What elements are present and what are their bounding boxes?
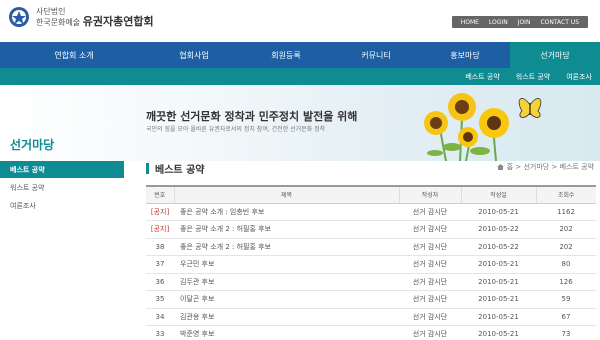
row-hits: 202 — [536, 238, 596, 256]
row-number: 37 — [146, 255, 174, 274]
emblem-icon — [9, 7, 29, 27]
nav-election[interactable]: 선거마당 — [510, 42, 600, 68]
sunflower-2 — [479, 108, 509, 138]
row-writer: 선거 감시단 — [399, 290, 461, 309]
page-title-text: 베스트 공약 — [155, 165, 205, 176]
row-subject-link[interactable]: 우근민 후보 — [174, 255, 399, 274]
row-number: 34 — [146, 308, 174, 326]
row-date: 2010-05-22 — [461, 238, 536, 256]
logo-org-name: 유권자총연합회 — [82, 14, 154, 28]
main-navigation: 연합회 소개 협회사업 회원등록 커뮤니티 홍보마당 선거마당 — [0, 42, 600, 68]
nav-about[interactable]: 연합회 소개 — [0, 42, 148, 68]
login-link[interactable]: LOGIN — [484, 19, 513, 26]
row-date: 2010-05-22 — [461, 220, 536, 239]
site-header: 사단법인 한국문화예술 유권자총연합회 HOME LOGIN JOIN CONT… — [0, 0, 600, 42]
contact-us-link[interactable]: CONTACT US — [535, 19, 584, 26]
table-row[interactable]: [공지] 좋은 공약 소개 : 임충빈 후보 선거 감시단 2010-05-21… — [146, 203, 596, 221]
column-header-date: 작성일 — [460, 185, 536, 204]
table-row[interactable]: 33 박준영 후보 선거 감시단 2010-05-21 73 — [146, 325, 596, 340]
row-writer: 선거 감시단 — [399, 255, 461, 274]
row-date: 2010-05-21 — [461, 325, 536, 340]
subnav-best-pledges[interactable]: 베스트 공약 — [465, 72, 499, 82]
row-number: 35 — [146, 290, 174, 309]
table-row[interactable]: 36 김두관 후보 선거 감시단 2010-05-21 126 — [146, 273, 596, 291]
row-hits: 80 — [536, 255, 596, 274]
table-row[interactable]: 34 김관용 후보 선거 감시단 2010-05-21 67 — [146, 308, 596, 326]
column-header-hits: 조회수 — [535, 185, 596, 204]
column-header-subject: 제목 — [173, 185, 399, 204]
table-row[interactable]: [공지] 좋은 공약 소개 2 : 허필홍 후보 선거 감시단 2010-05-… — [146, 220, 596, 239]
row-subject-link[interactable]: 이달곤 후보 — [174, 290, 399, 309]
banner-subtitle: 국민의 힘을 모아 올바른 유권자로서의 정치 참여, 건전한 선거문화 정착 — [146, 126, 326, 133]
page-title: 베스트 공약 — [146, 161, 204, 176]
row-date: 2010-05-21 — [461, 290, 536, 309]
logo-org-prefix: 한국문화예술 — [36, 17, 81, 27]
nav-projects[interactable]: 협회사업 — [148, 42, 240, 68]
row-writer: 선거 감시단 — [399, 273, 461, 291]
breadcrumb-text: 홈 > 선거마당 > 베스트 공약 — [506, 163, 594, 171]
side-menu-item-best-pledges[interactable]: 베스트 공약 — [0, 161, 124, 179]
side-menu-title: 선거마당 — [10, 138, 55, 152]
home-link[interactable]: HOME — [456, 19, 484, 26]
sub-navigation: 베스트 공약 워스트 공약 여론조사 — [0, 68, 600, 85]
table-row[interactable]: 38 좋은 공약 소개 2 : 허필홍 후보 선거 감시단 2010-05-22… — [146, 238, 596, 256]
row-hits: 73 — [536, 325, 596, 340]
sunflower-illustration — [424, 93, 542, 161]
row-writer: 선거 감시단 — [399, 325, 461, 340]
row-hits: 67 — [536, 308, 596, 326]
sunflower-4 — [458, 127, 478, 147]
side-menu: 베스트 공약 워스트 공약 여론조사 — [0, 161, 124, 215]
utility-links: HOME LOGIN JOIN CONTACT US — [451, 16, 588, 28]
row-number: 33 — [146, 325, 174, 340]
site-logo[interactable]: 사단법인 한국문화예술 유권자총연합회 — [8, 6, 154, 28]
banner-title: 깨끗한 선거문화 정착과 민주정치 발전을 위해 — [146, 110, 358, 123]
row-hits: 1162 — [536, 203, 596, 221]
subnav-polls[interactable]: 여론조사 — [566, 72, 592, 82]
table-row[interactable]: 37 우근민 후보 선거 감시단 2010-05-21 80 — [146, 255, 596, 274]
home-icon[interactable] — [496, 164, 504, 170]
row-hits: 59 — [536, 290, 596, 309]
row-date: 2010-05-21 — [461, 308, 536, 326]
row-writer: 선거 감시단 — [399, 220, 461, 239]
nav-membership[interactable]: 회원등록 — [240, 42, 332, 68]
join-link[interactable]: JOIN — [513, 19, 536, 26]
nav-community[interactable]: 커뮤니티 — [332, 42, 420, 68]
row-hits: 126 — [536, 273, 596, 291]
row-writer: 선거 감시단 — [399, 308, 461, 326]
row-date: 2010-05-21 — [461, 203, 536, 221]
sunflower-3 — [424, 111, 448, 135]
butterfly-icon — [518, 98, 542, 118]
row-writer: 선거 감시단 — [399, 238, 461, 256]
row-number: 38 — [146, 238, 174, 256]
row-date: 2010-05-21 — [461, 255, 536, 274]
row-subject-link[interactable]: 김관용 후보 — [174, 308, 399, 326]
row-number: [공지] — [146, 220, 174, 239]
row-number: [공지] — [146, 203, 174, 221]
row-subject-link[interactable]: 김두관 후보 — [174, 273, 399, 291]
row-number: 36 — [146, 273, 174, 291]
subnav-worst-pledges[interactable]: 워스트 공약 — [516, 72, 550, 82]
table-row[interactable]: 35 이달곤 후보 선거 감시단 2010-05-21 59 — [146, 290, 596, 309]
row-subject-link[interactable]: 박준영 후보 — [174, 325, 399, 340]
row-subject-link[interactable]: 좋은 공약 소개 2 : 허필홍 후보 — [174, 220, 399, 239]
row-hits: 202 — [536, 220, 596, 239]
title-marker — [146, 163, 149, 174]
row-subject-link[interactable]: 좋은 공약 소개 : 임충빈 후보 — [174, 203, 399, 221]
side-menu-item-worst-pledges[interactable]: 워스트 공약 — [0, 179, 124, 197]
section-banner: 깨끗한 선거문화 정착과 민주정치 발전을 위해 국민의 힘을 모아 올바른 유… — [0, 85, 600, 161]
side-menu-item-polls[interactable]: 여론조사 — [0, 197, 124, 215]
row-date: 2010-05-21 — [461, 273, 536, 291]
row-writer: 선거 감시단 — [399, 203, 461, 221]
row-subject-link[interactable]: 좋은 공약 소개 2 : 허필홍 후보 — [174, 238, 399, 256]
breadcrumb: 홈 > 선거마당 > 베스트 공약 — [496, 162, 594, 172]
table-header-row: 번호 제목 작성자 작성일 조회수 — [146, 185, 596, 204]
pledge-board-table: 번호 제목 작성자 작성일 조회수 [공지] 좋은 공약 소개 : 임충빈 후보… — [146, 185, 596, 340]
column-header-writer: 작성자 — [398, 185, 461, 204]
nav-promotion[interactable]: 홍보마당 — [420, 42, 510, 68]
sunflower-1 — [448, 93, 476, 121]
column-header-number: 번호 — [146, 185, 174, 204]
